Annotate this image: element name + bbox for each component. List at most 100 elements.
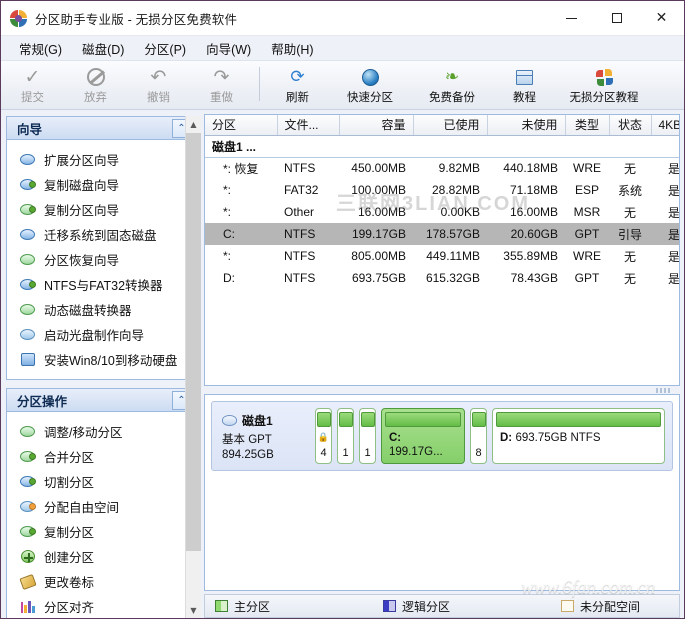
check-icon: ✓ [25, 66, 41, 88]
sidebar-item-ntfs-fat32-converter[interactable]: NTFS与FAT32转换器 [7, 272, 193, 297]
window-title: 分区助手专业版 - 无损分区免费软件 [35, 9, 237, 28]
minimize-icon [566, 18, 577, 19]
scrollbar-thumb[interactable] [186, 133, 201, 551]
sidebar-item-change-label[interactable]: 更改卷标 [7, 569, 193, 594]
sidebar-item-resize-move[interactable]: 调整/移动分区 [7, 419, 193, 444]
table-row[interactable]: *: Other 16.00MB 0.00KB 16.00MB MSR 无 是 [205, 201, 680, 223]
col-filesystem[interactable]: 文件... [277, 115, 339, 135]
sidebar-scrollbar[interactable]: ▲ ▼ [185, 116, 201, 618]
sidebar-panel-partition-ops: 分区操作 ⌃ 调整/移动分区 合并分区 切割分区 [6, 388, 201, 618]
disc-usb-icon [19, 352, 36, 367]
minimize-button[interactable] [549, 1, 594, 35]
sidebar-item-partition-align[interactable]: 分区对齐 [7, 594, 193, 618]
toolbar-commit-button[interactable]: ✓ 提交 [1, 63, 64, 107]
cell-filesystem: NTFS [277, 245, 339, 267]
cell-capacity: 16.00MB [339, 201, 413, 223]
menu-help[interactable]: 帮助(H) [261, 36, 323, 61]
undo-arrow-icon: ↶ [151, 66, 167, 88]
cell-status: 无 [609, 201, 651, 223]
cell-aligned: 是 [651, 267, 680, 289]
col-capacity[interactable]: 容量 [339, 115, 413, 135]
disk-row[interactable]: 磁盘1 基本 GPT 894.25GB 🔒 4 1 [211, 401, 673, 471]
disk-partition-block-c[interactable]: C: 199.17G... [381, 408, 465, 464]
cell-used: 0.00KB [413, 201, 487, 223]
sidebar-item-copy-disk[interactable]: 复制磁盘向导 [7, 172, 193, 197]
menu-disk[interactable]: 磁盘(D) [72, 36, 134, 61]
cell-status: 无 [609, 267, 651, 289]
cell-type: WRE [565, 245, 609, 267]
disc-green-icon [19, 252, 36, 267]
toolbar-undo-button[interactable]: ↶ 撤销 [127, 63, 190, 107]
lock-icon: 🔒 [318, 433, 329, 442]
table-row[interactable]: D: NTFS 693.75GB 615.32GB 78.43GB GPT 无 … [205, 267, 680, 289]
sidebar-item-allocate-free-space[interactable]: 分配自由空间 [7, 494, 193, 519]
panel-splitter[interactable] [204, 386, 680, 394]
disk-name: 磁盘1 [242, 412, 273, 429]
disk-partition-block-d[interactable]: D: 693.75GB NTFS [492, 408, 665, 464]
maximize-button[interactable] [594, 1, 639, 35]
cell-aligned: 是 [651, 245, 680, 267]
legend-unallocated: 未分配空间 [561, 598, 640, 615]
table-row[interactable]: *: 恢复 NTFS 450.00MB 9.82MB 440.18MB WRE … [205, 157, 680, 179]
disc-split-icon [19, 474, 36, 489]
legend-swatch-blue-icon [383, 600, 396, 612]
col-type[interactable]: 类型 [565, 115, 609, 135]
sidebar-item-split-partition[interactable]: 切割分区 [7, 469, 193, 494]
menu-partition[interactable]: 分区(P) [134, 36, 196, 61]
cancel-icon [87, 66, 105, 88]
scroll-up-icon[interactable]: ▲ [186, 116, 201, 132]
sidebar-item-boot-cd-wizard[interactable]: 启动光盘制作向导 [7, 322, 193, 347]
disk-icon [222, 415, 237, 426]
toolbar-lossless-tutorial-button[interactable]: 无损分区教程 [556, 63, 652, 107]
convert-arrow-icon [19, 277, 36, 292]
sidebar-panel-wizard-body: 扩展分区向导 复制磁盘向导 复制分区向导 迁移系统到固态磁盘 [6, 140, 194, 380]
sidebar-item-extend-partition[interactable]: 扩展分区向导 [7, 147, 193, 172]
sidebar-item-install-win-to-usb[interactable]: 安装Win8/10到移动硬盘 [7, 347, 193, 372]
col-used[interactable]: 已使用 [413, 115, 487, 135]
menu-general[interactable]: 常规(G) [9, 36, 72, 61]
toolbar-quick-partition-button[interactable]: 快速分区 [329, 63, 411, 107]
col-4kb-aligned[interactable]: 4KB... [651, 115, 680, 135]
col-partition[interactable]: 分区 [205, 115, 277, 135]
table-row[interactable]: *: FAT32 100.00MB 28.82MB 71.18MB ESP 系统… [205, 179, 680, 201]
sidebar-item-partition-recovery[interactable]: 分区恢复向导 [7, 247, 193, 272]
toolbar-free-backup-button[interactable]: ❧ 免费备份 [411, 63, 493, 107]
toolbar: ✓ 提交 放弃 ↶ 撤销 ↷ 重做 ⟳ 刷新 快速分区 ❧ 免费备份 [1, 61, 684, 110]
cell-status: 系统 [609, 179, 651, 201]
legend-swatch-green-icon [215, 600, 228, 612]
menu-wizard[interactable]: 向导(W) [196, 36, 261, 61]
disk-partition-block[interactable]: 1 [337, 408, 354, 464]
toolbar-tutorial-button[interactable]: 教程 [493, 63, 556, 107]
disk-partition-label: 1 [364, 447, 370, 459]
sidebar-panel-wizard-title: 向导 [17, 119, 42, 138]
scroll-down-icon[interactable]: ▼ [186, 602, 201, 618]
toolbar-redo-button[interactable]: ↷ 重做 [190, 63, 253, 107]
toolbar-discard-button[interactable]: 放弃 [64, 63, 127, 107]
disk-partition-size: 693.75GB NTFS [515, 432, 600, 444]
sidebar-item-create-partition[interactable]: 创建分区 [7, 544, 193, 569]
cell-status: 无 [609, 157, 651, 179]
disk-partition-block[interactable]: 8 [470, 408, 487, 464]
col-status[interactable]: 状态 [609, 115, 651, 135]
toolbar-refresh-label: 刷新 [286, 89, 309, 105]
sidebar-item-dynamic-disk-converter[interactable]: 动态磁盘转换器 [7, 297, 193, 322]
disk-partition-size: 199.17G... [389, 446, 443, 458]
cell-partition: *: [205, 179, 277, 201]
table-row[interactable]: *: NTFS 805.00MB 449.11MB 355.89MB WRE 无… [205, 245, 680, 267]
sidebar-item-merge-partition[interactable]: 合并分区 [7, 444, 193, 469]
cell-capacity: 693.75GB [339, 267, 413, 289]
disk-partition-block[interactable]: 🔒 4 [315, 408, 332, 464]
table-row-selected[interactable]: C: NTFS 199.17GB 178.57GB 20.60GB GPT 引导… [205, 223, 680, 245]
close-button[interactable]: ✕ [639, 1, 684, 35]
sidebar-panel-wizard-header[interactable]: 向导 ⌃ [6, 116, 194, 140]
sidebar-panel-partition-ops-header[interactable]: 分区操作 ⌃ [6, 388, 194, 412]
col-unused[interactable]: 未使用 [487, 115, 565, 135]
cell-filesystem: Other [277, 201, 339, 223]
cell-status: 无 [609, 245, 651, 267]
sidebar-item-migrate-os-ssd[interactable]: 迁移系统到固态磁盘 [7, 222, 193, 247]
toolbar-refresh-button[interactable]: ⟳ 刷新 [266, 63, 329, 107]
sidebar-item-copy-partition-op[interactable]: 复制分区 [7, 519, 193, 544]
disk-partition-block[interactable]: 1 [359, 408, 376, 464]
disc-blue-icon [19, 227, 36, 242]
sidebar-item-copy-partition[interactable]: 复制分区向导 [7, 197, 193, 222]
